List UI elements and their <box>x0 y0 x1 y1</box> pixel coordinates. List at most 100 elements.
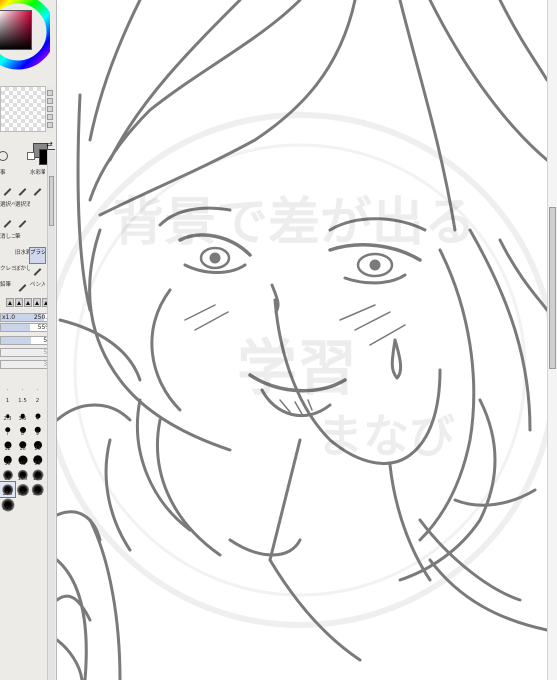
size-preset-label: 1.5 <box>18 398 27 404</box>
slider-fill <box>1 337 31 344</box>
tool-label: ブラシ <box>30 250 45 256</box>
size-preset-button[interactable]: 350 <box>30 482 45 497</box>
min-size-slider[interactable]: 55% <box>0 323 54 332</box>
size-preset-button[interactable]: 9 <box>30 422 45 437</box>
tool-button[interactable]: 筆 <box>15 232 30 247</box>
canvas-vertical-scrollbar[interactable] <box>547 0 557 680</box>
tool-label: 水彩筆 <box>30 170 45 176</box>
scratch-pad[interactable] <box>0 86 46 132</box>
tool-button[interactable] <box>30 200 45 215</box>
brush-shape-button[interactable] <box>24 298 32 307</box>
size-preset-button[interactable]: 1 <box>0 398 15 410</box>
size-preset-button[interactable] <box>30 497 45 512</box>
preset-row: 35 40 50 <box>0 452 47 467</box>
drawing-canvas[interactable]: 背景で差が出る 学習 まなび <box>57 0 547 680</box>
select-icon <box>3 220 12 228</box>
size-preset-button[interactable]: 40 <box>15 452 30 467</box>
brush-shape-button[interactable] <box>33 298 41 307</box>
slider-fill <box>1 324 30 331</box>
scratch-button[interactable] <box>47 98 53 104</box>
tool-button[interactable]: クレヨン <box>0 264 15 279</box>
scratch-button[interactable] <box>47 90 53 96</box>
size-preset-button[interactable]: 2.3 <box>0 410 15 422</box>
size-preset-button[interactable]: 300 <box>15 482 30 497</box>
size-preset-label: 600 <box>2 506 13 512</box>
preset-row: 2.3 3.5 4 <box>0 410 47 422</box>
tool-button[interactable] <box>15 168 30 183</box>
size-preset-button[interactable]: 1.5 <box>15 398 30 410</box>
size-preset-button[interactable]: 250 <box>0 481 16 498</box>
size-preset-button[interactable]: 35 <box>0 452 15 467</box>
tool-label: ぼかし <box>15 266 30 272</box>
color-saturation-box[interactable] <box>0 10 32 50</box>
tool-button[interactable] <box>30 264 45 279</box>
size-preset-label: 2 <box>35 398 40 404</box>
eyedropper-icon[interactable] <box>0 151 8 161</box>
size-preset-button[interactable]: 16 <box>15 437 30 452</box>
scrollbar-thumb[interactable] <box>49 176 54 226</box>
size-preset-button[interactable]: 12 <box>0 437 15 452</box>
size-preset-button[interactable]: . <box>0 386 15 398</box>
tool-label: 筆 <box>15 234 21 240</box>
size-preset-button[interactable]: 8 <box>15 422 30 437</box>
tool-button[interactable]: 鉛筆 <box>0 280 15 295</box>
tool-label: 事 <box>0 170 6 176</box>
tool-button[interactable] <box>30 232 45 247</box>
tool-button[interactable]: ペン入れ <box>30 280 45 295</box>
blend-slider[interactable]: 50 <box>0 348 54 357</box>
preset-row: 1 1.5 2 <box>0 398 47 410</box>
tool-label: ペン入れ <box>30 282 45 288</box>
tool-panel: ⇄ 事 水彩筆 選択ペン選択消 消しゴム筆 旧水彩ブラシ クレヨンぼかし 鉛筆 ペン… <box>0 0 57 680</box>
brush-size-slider[interactable]: x1.0 250.0 <box>0 313 54 322</box>
preset-row: ... <box>0 386 47 398</box>
tool-button[interactable]: 選択ペン <box>0 200 15 215</box>
tool-button[interactable] <box>15 216 30 231</box>
dilution-slider[interactable]: 35 <box>0 360 54 369</box>
tool-button[interactable] <box>0 184 15 199</box>
size-preset-button[interactable]: 80 <box>0 467 15 482</box>
size-preset-button[interactable]: 600 <box>0 497 15 512</box>
tool-button[interactable] <box>15 184 30 199</box>
tool-button[interactable] <box>15 280 30 295</box>
density-slider[interactable]: 57 <box>0 336 54 345</box>
tool-label: 旧水彩 <box>15 250 30 256</box>
size-preset-label: . <box>6 386 9 392</box>
swap-colors-icon[interactable]: ⇄ <box>46 140 53 149</box>
brush-shape-button[interactable] <box>6 298 14 307</box>
preset-row: 600 <box>0 497 47 512</box>
tool-button[interactable]: 事 <box>0 168 15 183</box>
size-preset-button[interactable]: 2 <box>30 398 45 410</box>
scratch-button[interactable] <box>47 106 53 112</box>
tool-button[interactable]: 旧水彩 <box>15 248 30 263</box>
tool-button-selected[interactable]: ブラシ <box>29 247 46 264</box>
tool-button[interactable]: 水彩筆 <box>30 168 45 183</box>
size-preset-button[interactable]: 50 <box>30 452 45 467</box>
size-preset-button[interactable] <box>15 497 30 512</box>
size-preset-button[interactable]: 4 <box>30 410 45 422</box>
brush-shape-button[interactable] <box>15 298 23 307</box>
transparent-swatch[interactable] <box>27 152 35 160</box>
size-preset-button[interactable]: 3.5 <box>15 410 30 422</box>
scratch-button[interactable] <box>47 122 53 128</box>
tool-button[interactable]: ぼかし <box>15 264 30 279</box>
scratch-button[interactable] <box>47 114 53 120</box>
tool-button[interactable] <box>0 216 15 231</box>
size-preset-button[interactable]: 20 <box>30 437 45 452</box>
size-preset-label: . <box>36 386 39 392</box>
size-preset-button[interactable]: . <box>15 386 30 398</box>
scratch-pad-controls <box>46 86 54 134</box>
pen-icon <box>33 188 42 196</box>
tool-button[interactable]: 選択消 <box>15 200 30 215</box>
tool-button[interactable] <box>30 184 45 199</box>
tool-button[interactable] <box>0 248 15 263</box>
pen-icon <box>33 268 42 276</box>
size-preset-button[interactable]: 120 <box>30 467 45 482</box>
tool-panel-scrollbar[interactable] <box>47 150 55 680</box>
tool-button[interactable] <box>30 216 45 231</box>
tool-button[interactable]: 消しゴム <box>0 232 15 247</box>
size-preset-button[interactable]: . <box>30 386 45 398</box>
scrollbar-thumb[interactable] <box>549 207 556 369</box>
tool-label: 鉛筆 <box>0 282 12 288</box>
size-preset-button[interactable]: 7 <box>0 422 15 437</box>
size-preset-button[interactable]: 100 <box>15 467 30 482</box>
